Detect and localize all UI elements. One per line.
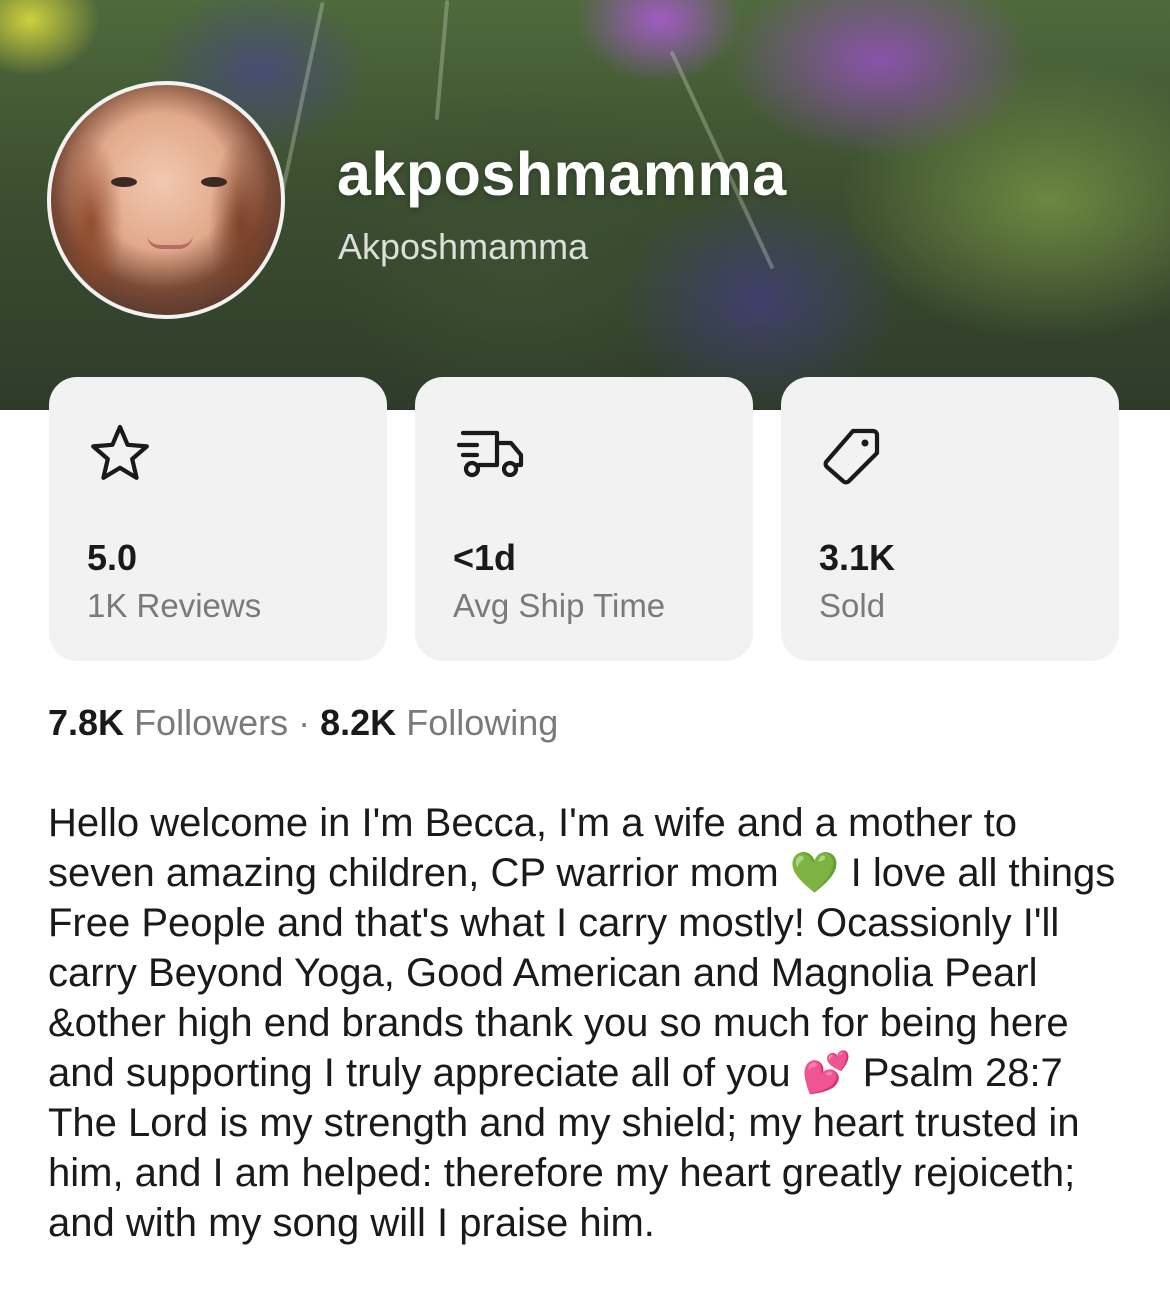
username: akposhmamma — [337, 140, 787, 208]
followers-link[interactable]: 7.8K Followers — [48, 702, 288, 743]
ship-time-card[interactable]: <1d Avg Ship Time — [415, 377, 753, 661]
avatar[interactable] — [47, 81, 285, 319]
following-link[interactable]: 8.2K Following — [320, 702, 558, 743]
banner-stem — [434, 0, 450, 120]
star-icon — [91, 424, 149, 480]
ship-time-label: Avg Ship Time — [453, 587, 666, 624]
separator-dot: · — [298, 702, 311, 743]
follow-stats: 7.8K Followers · 8.2K Following — [48, 702, 558, 744]
following-label: Following — [406, 702, 559, 743]
avatar-eye — [111, 177, 137, 187]
display-name: Akposhmamma — [338, 226, 589, 267]
reviews-label: 1K Reviews — [87, 587, 262, 624]
sold-card[interactable]: 3.1K Sold — [781, 377, 1119, 661]
ship-time-value: <1d — [453, 537, 517, 578]
tag-icon — [823, 428, 880, 485]
rating-value: 5.0 — [87, 537, 138, 578]
sold-label: Sold — [819, 587, 886, 624]
banner-stem — [279, 1, 325, 199]
reviews-card[interactable]: 5.0 1K Reviews — [49, 377, 387, 661]
sold-value: 3.1K — [819, 537, 896, 578]
profile-bio: Hello welcome in I'm Becca, I'm a wife a… — [48, 801, 1116, 1245]
followers-label: Followers — [134, 702, 289, 743]
following-count: 8.2K — [320, 702, 397, 743]
avatar-mouth — [147, 235, 193, 249]
followers-count: 7.8K — [48, 702, 125, 743]
avatar-eye — [201, 177, 227, 187]
avatar-hair — [51, 85, 281, 315]
truck-icon — [456, 430, 524, 478]
